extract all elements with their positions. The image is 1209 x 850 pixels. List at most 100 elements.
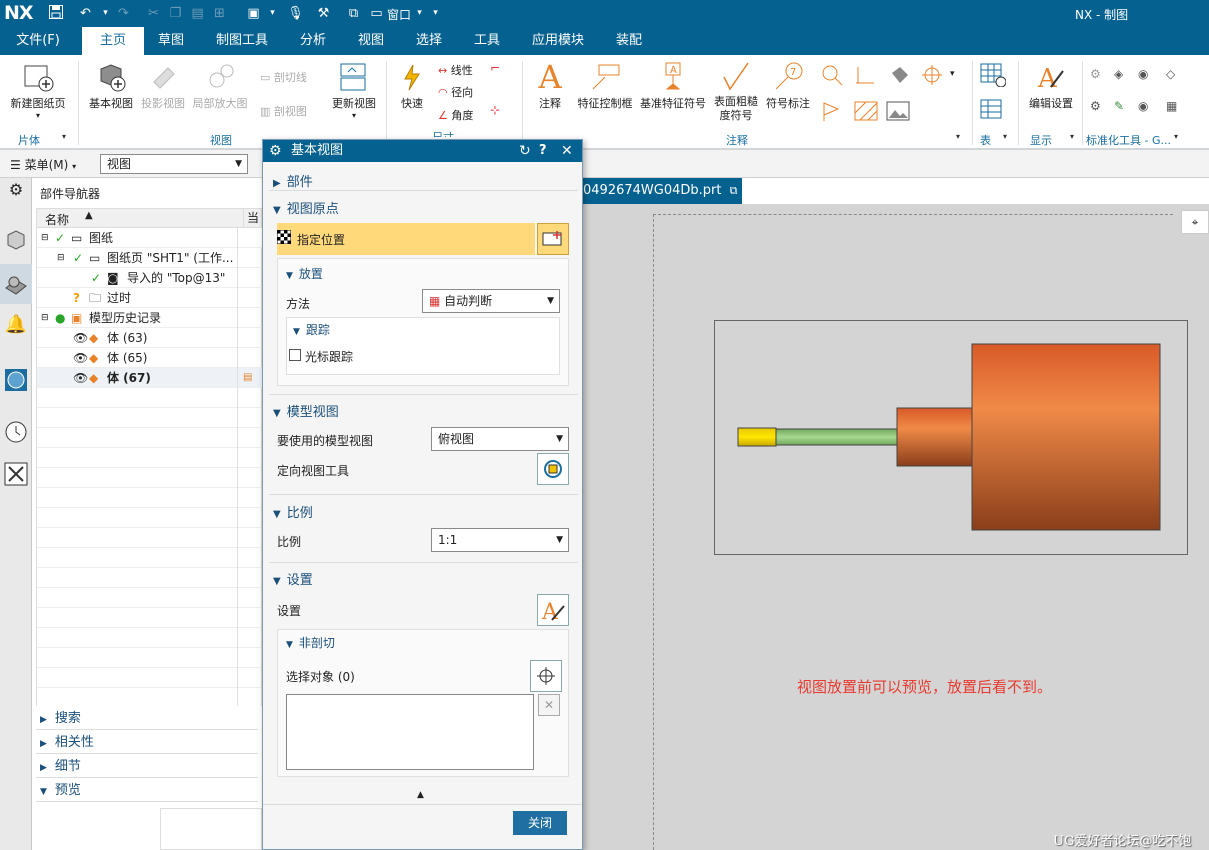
chamfer-dimension-icon[interactable]: ⌐	[490, 61, 500, 75]
radial-dimension-button[interactable]: ◠ 径向	[438, 84, 473, 100]
selected-objects-list[interactable]	[286, 694, 534, 770]
image-icon[interactable]	[886, 101, 910, 124]
weld-symbol-icon[interactable]	[820, 63, 844, 90]
collapse-dialog-icon[interactable]: ▲	[417, 790, 424, 800]
paste-icon[interactable]: ▤	[188, 4, 207, 23]
std-tool-2-icon[interactable]: ◈	[1114, 67, 1123, 81]
touch-mode-icon[interactable]: ▣	[244, 4, 263, 23]
web-browser-icon[interactable]	[4, 368, 28, 392]
section-view-origin[interactable]: ▼ 视图原点	[273, 198, 579, 217]
section-preview[interactable]: ▼ 预览	[36, 780, 258, 802]
close-button[interactable]: 关闭	[513, 811, 567, 835]
edit-settings-button[interactable]: A 编辑设置	[1024, 55, 1078, 111]
save-icon[interactable]	[46, 4, 65, 23]
view-triad-icon[interactable]: ⌖	[1181, 210, 1209, 234]
tools-icon[interactable]	[4, 462, 28, 486]
assembly-navigator-icon[interactable]	[4, 228, 28, 252]
table-icon[interactable]	[980, 63, 1007, 90]
window-icon[interactable]: ▭	[367, 4, 386, 23]
fcf-button[interactable]: 特征控制框	[574, 55, 636, 111]
section-model-view[interactable]: ▼ 模型视图	[273, 401, 579, 420]
cut-icon[interactable]: ✂	[144, 4, 163, 23]
eye-icon[interactable]: 👁	[73, 348, 88, 368]
section-settings[interactable]: ▼ 设置	[273, 569, 579, 588]
angular-dimension-button[interactable]: ∠ 角度	[438, 107, 473, 123]
non-section-header[interactable]: ▼ 非剖切	[286, 634, 335, 651]
ordinate-dimension-icon[interactable]: ⊹	[490, 103, 500, 117]
new-sheet-button[interactable]: 新建图纸页 ▾	[4, 55, 72, 120]
help-icon[interactable]: ?	[539, 140, 547, 162]
parts-list-icon[interactable]	[980, 99, 1006, 126]
section-search[interactable]: ▶ 搜索	[36, 708, 258, 730]
menu-file[interactable]: 文件(F)	[8, 27, 68, 55]
eye-icon[interactable]: 👁	[73, 368, 88, 388]
section-view-button[interactable]: ▥ 剖视图	[260, 103, 307, 119]
std-tool-7-icon[interactable]: ◉	[1138, 99, 1148, 113]
target-point-icon[interactable]	[852, 63, 876, 90]
centerline-icon[interactable]	[920, 63, 944, 90]
std-tool-8-icon[interactable]: ▦	[1166, 99, 1177, 113]
section-details[interactable]: ▶ 细节	[36, 756, 258, 778]
tree-row-body-63[interactable]: 👁 ◆ 体 (63)	[37, 328, 267, 348]
flag-icon[interactable]	[820, 99, 844, 126]
orient-view-tool-button[interactable]	[537, 453, 569, 485]
datum-symbol-button[interactable]: A 基准特征符号	[636, 55, 710, 111]
std-tool-1-icon[interactable]: ⚙	[1090, 67, 1101, 81]
undo-icon[interactable]: ↶	[76, 4, 95, 23]
eye-icon[interactable]: 👁	[73, 328, 88, 348]
menu-select[interactable]: 选择	[406, 27, 452, 55]
menu-analysis[interactable]: 分析	[290, 27, 336, 55]
group-display-dropdown-icon[interactable]: ▾	[1070, 132, 1074, 141]
std-tool-6-icon[interactable]: ✎	[1114, 99, 1124, 113]
menu-view[interactable]: 视图	[348, 27, 394, 55]
tree-row-body-65[interactable]: 👁 ◆ 体 (65)	[37, 348, 267, 368]
microphone-icon[interactable]: 🎙	[286, 4, 305, 23]
scale-select[interactable]: 1:1 ▼	[431, 528, 569, 552]
graphics-window[interactable]: ⌖ 视图放置前可以预览，放置后看不到。 UG爱好者论坛@吃不饱	[583, 204, 1209, 850]
column-name-header[interactable]: 名称	[45, 211, 69, 228]
group-sheet-dropdown-icon[interactable]: ▾	[62, 132, 66, 141]
update-view-button[interactable]: 更新视图 ▾	[326, 55, 382, 120]
tree-row-imported-view[interactable]: ✓ ◙ 导入的 "Top@13"	[37, 268, 267, 288]
copy-icon[interactable]: ❐	[166, 4, 185, 23]
note-button[interactable]: A 注释	[528, 55, 572, 111]
group-std-dropdown-icon[interactable]: ▾	[1174, 132, 1178, 141]
symbol-note-button[interactable]: 7 符号标注	[762, 55, 814, 111]
tree-row-drawing[interactable]: ⊟ ✓ ▭ 图纸	[37, 228, 267, 248]
collapse-icon[interactable]: ⊟	[57, 248, 65, 268]
cursor-tracking-checkbox[interactable]	[289, 349, 301, 361]
detail-view-button[interactable]: 局部放大图	[190, 55, 250, 111]
switch-window-icon[interactable]: ⧉	[344, 4, 363, 23]
annotation-more-dropdown-icon[interactable]: ▾	[950, 69, 955, 79]
close-icon[interactable]: ✕	[561, 140, 573, 162]
projected-view-button[interactable]: 投影视图	[138, 55, 188, 111]
surface-finish-button[interactable]: 表面粗糙度符号	[712, 55, 760, 123]
base-view-button[interactable]: 基本视图	[84, 55, 138, 111]
history-clock-icon[interactable]	[4, 420, 28, 444]
tree-row-sheet[interactable]: ⊟ ✓ ▭ 图纸页 "SHT1" (工作...	[37, 248, 267, 268]
select-objects-button[interactable]	[530, 660, 562, 692]
specify-location-button[interactable]	[537, 223, 569, 255]
view-preview-boundary[interactable]	[714, 320, 1188, 555]
reset-icon[interactable]: ↻	[519, 140, 531, 162]
crosshatch-icon[interactable]	[854, 101, 878, 124]
section-scale[interactable]: ▼ 比例	[273, 502, 579, 521]
method-select[interactable]: ▦ 自动判断 ▼	[422, 289, 560, 313]
hatch-fill-icon[interactable]	[886, 63, 910, 90]
command-finder-icon[interactable]: ⚒	[314, 4, 333, 23]
placement-header[interactable]: ▼ 放置	[286, 265, 323, 282]
menu-assembly[interactable]: 装配	[606, 27, 652, 55]
redo-icon[interactable]: ↷	[114, 4, 133, 23]
std-tool-4-icon[interactable]: ◇	[1166, 67, 1175, 81]
model-view-select[interactable]: 俯视图 ▼	[431, 427, 569, 451]
settings-gear-icon[interactable]: ⚙	[4, 180, 28, 204]
part-navigator-tab[interactable]	[0, 264, 32, 304]
paste-special-icon[interactable]: ⊞	[210, 4, 229, 23]
collapse-icon[interactable]: ⊟	[41, 228, 49, 248]
undo-dropdown-icon[interactable]: ▾	[96, 4, 115, 23]
menu-sketch[interactable]: 草图	[148, 27, 194, 55]
quick-dimension-button[interactable]: 快速	[392, 55, 432, 111]
section-line-button[interactable]: ▭ 剖切线	[260, 69, 307, 85]
settings-button[interactable]: A	[537, 594, 569, 626]
specify-location-row[interactable]: 指定位置	[276, 223, 535, 255]
